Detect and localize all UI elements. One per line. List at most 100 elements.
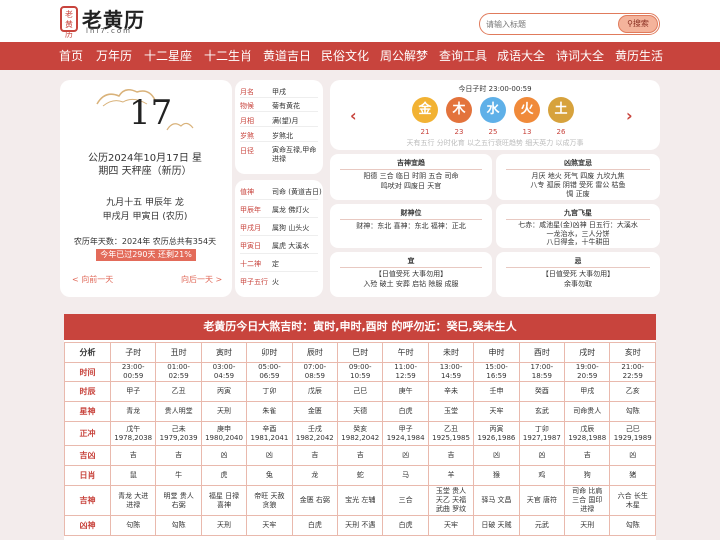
info-label: 甲戌月	[240, 224, 261, 232]
table-cell: 酉时	[518, 342, 566, 363]
table-cell: 天德	[337, 401, 384, 422]
table-cell: 甲戌	[564, 381, 611, 402]
divider	[240, 97, 318, 98]
table-cell: 辛未	[427, 381, 475, 402]
bad-gods-card: 凶煞宜忌 月厌 地火 死气 四废 九坎九焦 八专 孤辰 阴错 受死 雷公 枯鱼 …	[496, 154, 660, 200]
info-label: 甲辰年	[240, 206, 261, 214]
nav-item-auspicious-days[interactable]: 黄道吉日	[263, 42, 311, 70]
table-cell: 07:00-08:59	[291, 362, 339, 382]
table-cell: 己未 1979,2039	[155, 421, 202, 446]
table-cell: 天牢	[427, 515, 475, 536]
element-number: 13	[522, 128, 532, 136]
table-cell: 丙寅	[200, 381, 248, 402]
nav-item-shengxiao[interactable]: 十二生肖	[204, 42, 252, 70]
prev-day-link[interactable]: < 向前一天	[72, 274, 113, 285]
nav-item-folk-culture[interactable]: 民俗文化	[321, 42, 369, 70]
table-cell: 天刑	[200, 401, 248, 422]
wealth-text: 财神：东北 喜神：东北 福神：正北	[356, 222, 466, 230]
nav-item-life[interactable]: 黄历生活	[615, 42, 663, 70]
year-progress-bar: 今年已过290天 还剩21%	[96, 249, 196, 261]
info-value: 属狗 山头火	[272, 224, 310, 232]
nav-item-home[interactable]: 首页	[59, 42, 83, 70]
table-cell: 子时	[109, 342, 157, 363]
prev-hour-arrow-icon[interactable]: ‹	[350, 106, 357, 125]
table-cell: 天刑 不遇	[337, 515, 384, 536]
nav-item-tools[interactable]: 查询工具	[439, 42, 487, 70]
table-cell: 乙丑	[155, 381, 202, 402]
lunar-date-line2: 甲戌月 甲寅日 (农历)	[102, 212, 188, 222]
table-cell: 鸡	[518, 465, 566, 486]
nav-item-zodiac[interactable]: 十二星座	[144, 42, 192, 70]
main-nav: 首页 万年历 十二星座 十二生肖 黄道吉日 民俗文化 周公解梦 查询工具 成语大…	[0, 42, 720, 70]
row-label: 时辰	[64, 381, 111, 402]
hours-table-title: 老黄历今日大煞吉时：寅时,申时,酉时 的呼勿近：癸巳,癸未生人	[64, 314, 656, 340]
table-row-ganzhi: 时辰 甲子 乙丑 丙寅 丁卯 戊辰 己巳 庚午 辛未 壬申 癸酉 甲戌 乙亥	[64, 381, 656, 402]
element-earth-icon: 土	[548, 97, 574, 123]
next-hour-arrow-icon[interactable]: ›	[626, 106, 633, 125]
table-cell: 辰时	[291, 342, 339, 363]
table-cell: 鼠	[109, 465, 157, 486]
table-cell: 吉	[427, 445, 475, 466]
table-cell: 勾陈	[609, 515, 656, 536]
nav-item-idioms[interactable]: 成语大全	[497, 42, 545, 70]
info-label: 十二神	[240, 260, 261, 268]
table-cell: 吉	[337, 445, 384, 466]
table-row-header: 分析 子时 丑时 寅时 卯时 辰时 巳时 午时 未时 申时 酉时 戌时 亥时	[64, 342, 656, 363]
next-day-link[interactable]: 向后一天 >	[181, 274, 222, 285]
info-label: 值神	[240, 188, 254, 196]
table-cell: 寅时	[200, 342, 248, 363]
row-label: 正冲	[64, 421, 111, 446]
logo-seal-icon[interactable]: 老黄历	[60, 6, 78, 39]
element-number: 21	[420, 128, 430, 136]
table-cell: 白虎	[382, 515, 429, 536]
table-cell: 虎	[200, 465, 248, 486]
divider	[506, 169, 650, 170]
nine-star-title: 九宫飞星	[564, 209, 592, 217]
table-cell: 丙寅 1926,1986	[473, 421, 520, 446]
gregorian-date-line1: 公历2024年10月17日 星	[87, 153, 203, 164]
nav-item-dream[interactable]: 周公解梦	[380, 42, 428, 70]
table-row-star: 星神 青龙 贵人明堂 天刑 朱雀 金匮 天德 白虎 玉堂 天牢 玄武 司命贵人 勾陈	[64, 401, 656, 422]
table-cell: 兔	[246, 465, 293, 486]
table-cell: 狗	[564, 465, 611, 486]
table-cell: 司命 比肩 三合 国印 进禄	[564, 485, 611, 516]
table-cell: 01:00-02:59	[155, 362, 202, 382]
table-cell: 凶	[200, 445, 248, 466]
table-row-clash: 正冲 戊午 1978,2038 己未 1979,2039 庚申 1980,2040 辛酉…	[64, 421, 656, 446]
table-cell: 壬戌 1982,2042	[291, 421, 339, 446]
table-cell: 21:00-22:59	[609, 362, 656, 382]
table-cell: 金匮 右弼	[291, 485, 339, 516]
wuxing-note: 天有五行 分时化育 以之五行衰旺趋势 细天英力 以成万事	[406, 139, 584, 147]
table-cell: 吉	[564, 445, 611, 466]
nav-item-poems[interactable]: 诗词大全	[556, 42, 604, 70]
table-cell: 乙丑 1925,1985	[427, 421, 475, 446]
hours-table-panel: 老黄历今日大煞吉时：寅时,申时,酉时 的呼勿近：癸巳,癸未生人 分析 子时 丑时 寅时…	[64, 314, 656, 540]
good-gods-line1: 阳德 三合 临日 时阴 五合 司命	[363, 172, 459, 180]
ji-line1: 【日值受死 大事勿用】	[541, 270, 615, 278]
info-value: 司命 (黄道吉日)	[272, 188, 322, 196]
info-label: 甲子五行	[240, 278, 268, 286]
search-input[interactable]	[486, 16, 616, 32]
table-cell: 天牢	[246, 515, 293, 536]
info-value: 定	[272, 260, 279, 268]
nine-star-card: 九宫飞星 七赤：咸池星(金)凶神 日五行：大溪水 一龙治水，三人分饼 八日得金，…	[496, 204, 660, 248]
info-label: 月相	[240, 117, 254, 125]
day-number: 17	[129, 93, 173, 133]
table-cell: 帝旺 天赦 贪狼	[246, 485, 293, 516]
table-cell: 丑时	[155, 342, 202, 363]
table-cell: 乙亥	[609, 381, 656, 402]
table-cell: 15:00-16:59	[473, 362, 520, 382]
yi-card: 宜 【日值受死 大事勿用】 入殓 破土 安葬 启钻 除服 成服	[330, 252, 492, 297]
table-cell: 亥时	[609, 342, 656, 363]
table-cell: 玉堂 贵人 天乙 天福 武曲 罗纹	[427, 485, 475, 516]
table-cell: 凶	[246, 445, 293, 466]
table-cell: 戌时	[564, 342, 611, 363]
table-cell: 戊辰 1928,1988	[564, 421, 611, 446]
search-button[interactable]: ⚲搜索	[618, 15, 658, 33]
table-cell: 庚午	[382, 381, 429, 402]
table-cell: 午时	[382, 342, 429, 363]
row-label: 吉凶	[64, 445, 111, 466]
table-cell: 白虎	[382, 401, 429, 422]
table-cell: 申时	[473, 342, 520, 363]
nav-item-calendar[interactable]: 万年历	[96, 42, 132, 70]
